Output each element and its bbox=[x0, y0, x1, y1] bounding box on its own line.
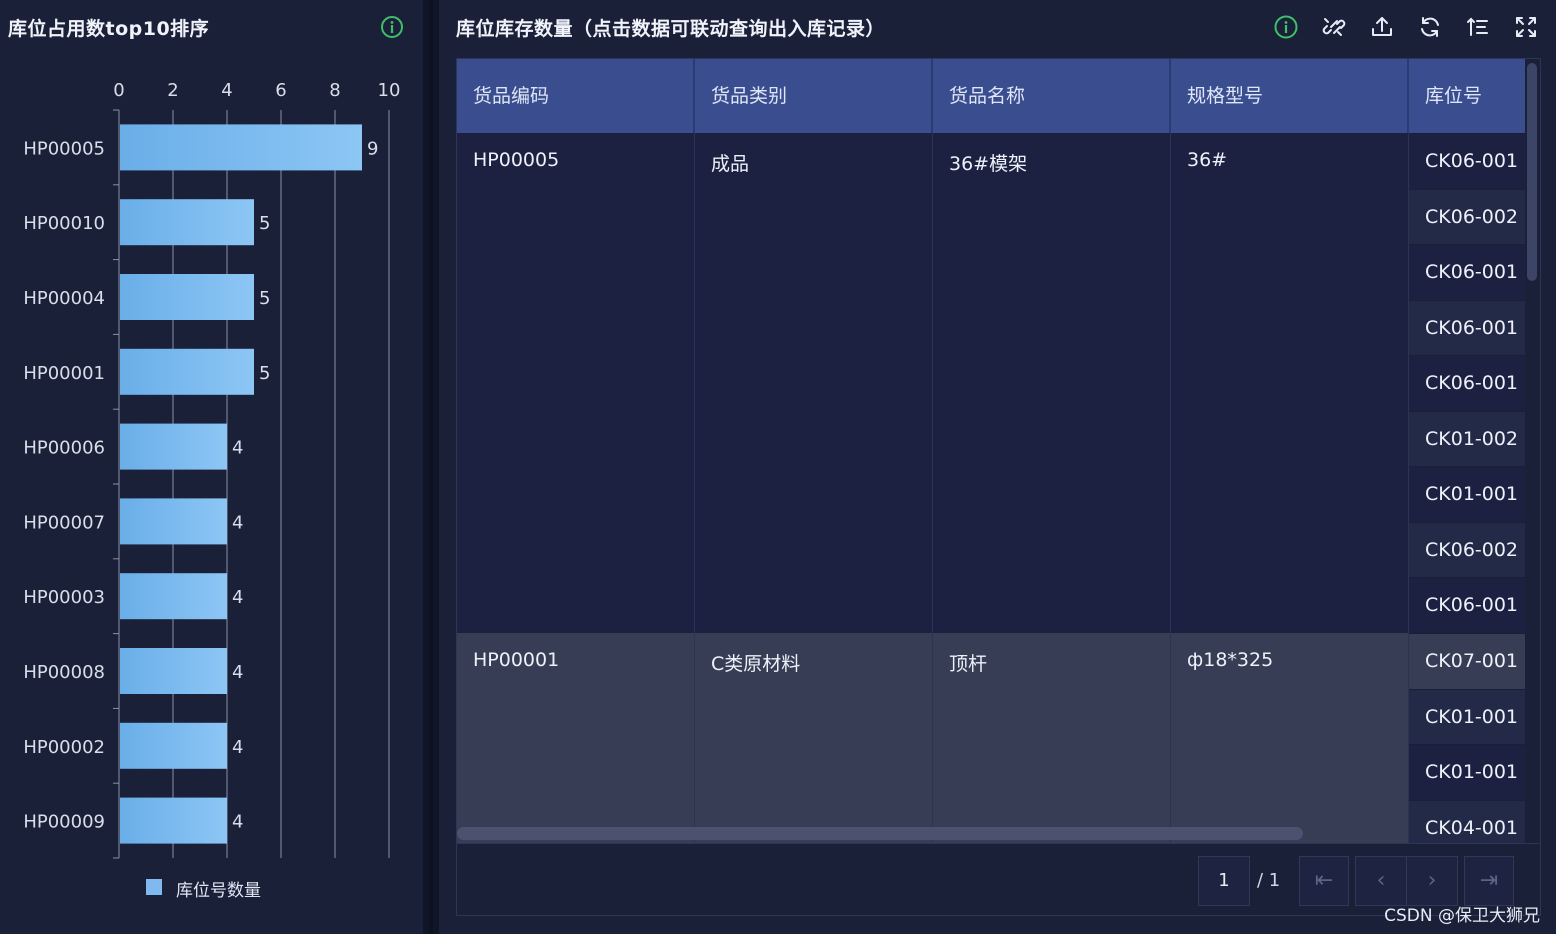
sort-icon[interactable] bbox=[1465, 14, 1491, 40]
legend-label: 库位号数量 bbox=[176, 881, 261, 901]
column-header-spec[interactable]: 规格型号 bbox=[1171, 59, 1409, 133]
cell-spec[interactable]: ф18*325 bbox=[1171, 633, 1409, 843]
category-label: HP00002 bbox=[23, 737, 105, 758]
category-label: HP00006 bbox=[23, 438, 105, 459]
table-header: 货品编码 货品类别 货品名称 规格型号 库位号 bbox=[457, 59, 1525, 133]
bar bbox=[120, 498, 227, 545]
column-header-code[interactable]: 货品编码 bbox=[457, 59, 695, 133]
data-label: 4 bbox=[232, 438, 243, 459]
bar bbox=[120, 797, 227, 844]
cell-location[interactable]: CK06-001 bbox=[1409, 133, 1525, 189]
data-label: 4 bbox=[232, 587, 243, 608]
cell-location[interactable]: CK06-001 bbox=[1409, 577, 1525, 633]
bar bbox=[120, 124, 362, 171]
export-icon[interactable] bbox=[1369, 14, 1395, 40]
x-tick-label: 2 bbox=[167, 80, 178, 101]
category-label: HP00008 bbox=[23, 662, 105, 683]
info-circle-icon[interactable] bbox=[380, 15, 404, 39]
x-tick-label: 4 bbox=[221, 80, 232, 101]
bar bbox=[120, 648, 227, 694]
x-tick-label: 0 bbox=[113, 80, 124, 101]
category-label: HP00004 bbox=[23, 288, 105, 309]
cell-location[interactable]: CK04-001 bbox=[1409, 799, 1525, 843]
page-number-input[interactable]: 1 bbox=[1198, 856, 1250, 906]
cell-code[interactable]: HP00005 bbox=[457, 133, 695, 633]
chart-panel-title: 库位占用数top10排序 bbox=[8, 18, 210, 40]
next-page-button[interactable]: › bbox=[1406, 856, 1458, 906]
table-viewport: 货品编码 货品类别 货品名称 规格型号 库位号 HP00005 成品 36#模架… bbox=[457, 59, 1525, 843]
cell-code[interactable]: HP00001 bbox=[457, 633, 695, 843]
cell-location[interactable]: CK06-001 bbox=[1409, 355, 1525, 411]
data-label: 5 bbox=[259, 363, 270, 384]
category-label: HP00001 bbox=[23, 363, 105, 384]
unlink-icon[interactable] bbox=[1321, 14, 1347, 40]
cell-location[interactable]: CK06-002 bbox=[1409, 188, 1525, 244]
column-header-location[interactable]: 库位号 bbox=[1409, 59, 1525, 133]
inventory-table: 货品编码 货品类别 货品名称 规格型号 库位号 HP00005 成品 36#模架… bbox=[456, 58, 1541, 916]
category-label: HP00003 bbox=[23, 587, 105, 608]
table-row-group[interactable]: HP00005 成品 36#模架 36# CK06-001 CK06-002 CK0… bbox=[457, 133, 1525, 633]
bar bbox=[120, 573, 227, 620]
cell-category[interactable]: C类原材料 bbox=[695, 633, 933, 843]
data-label: 5 bbox=[259, 288, 270, 309]
cell-location[interactable]: CK01-001 bbox=[1409, 688, 1525, 744]
first-page-button[interactable]: ⇤ bbox=[1299, 856, 1349, 906]
cell-location[interactable]: CK01-002 bbox=[1409, 410, 1525, 466]
refresh-icon[interactable] bbox=[1417, 14, 1443, 40]
page-total: / 1 bbox=[1257, 870, 1281, 891]
bar bbox=[120, 423, 227, 470]
x-tick-label: 8 bbox=[329, 80, 340, 101]
panel-divider bbox=[429, 0, 433, 934]
column-header-category[interactable]: 货品类别 bbox=[695, 59, 933, 133]
cell-location[interactable]: CK01-001 bbox=[1409, 744, 1525, 800]
cell-spec[interactable]: 36# bbox=[1171, 133, 1409, 633]
cell-location[interactable]: CK06-001 bbox=[1409, 244, 1525, 300]
x-tick-label: 6 bbox=[275, 80, 286, 101]
table-panel-title: 库位库存数量（点击数据可联动查询出入库记录） bbox=[456, 18, 886, 40]
cell-location[interactable]: CK06-001 bbox=[1409, 299, 1525, 355]
cell-name[interactable]: 顶杆 bbox=[933, 633, 1171, 843]
data-label: 4 bbox=[232, 662, 243, 683]
x-tick-label: 10 bbox=[378, 80, 401, 101]
prev-page-button[interactable]: ‹ bbox=[1355, 856, 1407, 906]
cell-location[interactable]: CK07-001 bbox=[1409, 633, 1525, 689]
data-label: 4 bbox=[232, 812, 243, 833]
bar bbox=[120, 199, 254, 246]
bar bbox=[120, 348, 254, 395]
bar-chart: 0 2 4 6 8 10 HP00005 9 HP00010 5 HP00004 5 HP00001 5 H… bbox=[23, 80, 401, 859]
cell-location[interactable]: CK01-001 bbox=[1409, 466, 1525, 522]
category-label: HP00005 bbox=[23, 138, 105, 159]
column-header-name[interactable]: 货品名称 bbox=[933, 59, 1171, 133]
category-label: HP00007 bbox=[23, 512, 105, 533]
pagination: 1 / 1 ⇤ ‹ › ⇥ bbox=[457, 843, 1540, 915]
last-page-button[interactable]: ⇥ bbox=[1464, 856, 1514, 906]
bar bbox=[120, 274, 254, 320]
data-label: 4 bbox=[232, 737, 243, 758]
data-label: 9 bbox=[367, 138, 378, 159]
cell-name[interactable]: 36#模架 bbox=[933, 133, 1171, 633]
bar bbox=[120, 722, 227, 769]
table-row-group[interactable]: HP00001 C类原材料 顶杆 ф18*325 CK07-001 CK01-00… bbox=[457, 633, 1525, 843]
cell-location[interactable]: CK06-002 bbox=[1409, 521, 1525, 577]
vertical-scrollbar-thumb[interactable] bbox=[1527, 63, 1537, 281]
category-label: HP00009 bbox=[23, 812, 105, 833]
watermark: CSDN @保卫大狮兄 bbox=[1384, 906, 1540, 926]
data-label: 4 bbox=[232, 512, 243, 533]
horizontal-scrollbar[interactable] bbox=[457, 827, 1303, 840]
data-label: 5 bbox=[259, 213, 270, 234]
cell-category[interactable]: 成品 bbox=[695, 133, 933, 633]
category-label: HP00010 bbox=[23, 213, 105, 234]
fullscreen-icon[interactable] bbox=[1513, 14, 1539, 40]
legend-swatch bbox=[146, 879, 162, 895]
info-circle-icon[interactable] bbox=[1273, 14, 1299, 40]
